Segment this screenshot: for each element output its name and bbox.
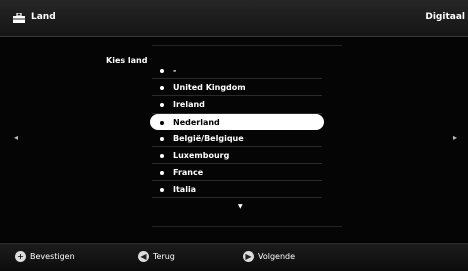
back-label: Terug <box>153 252 175 261</box>
country-label: Ireland <box>173 100 205 110</box>
next-label: Volgende <box>258 252 296 261</box>
next-button[interactable]: ▶ Volgende <box>243 251 295 262</box>
country-list: - United Kingdom Ireland Nederland Belgi… <box>150 62 324 199</box>
bullet-icon <box>160 120 164 125</box>
country-label: - <box>173 66 177 75</box>
back-button[interactable]: ◀ Terug <box>138 251 175 262</box>
plus-circle-icon: + <box>15 251 26 262</box>
page-title: Land <box>31 12 56 22</box>
confirm-label: Bevestigen <box>30 252 75 261</box>
country-label: France <box>173 167 204 177</box>
country-item-united-kingdom[interactable]: United Kingdom <box>152 79 322 97</box>
arrow-left-circle-icon: ◀ <box>138 251 149 262</box>
mode-label: Digitaal <box>425 12 465 22</box>
country-item-italia[interactable]: Italia <box>152 181 322 199</box>
bullet-icon <box>160 153 164 158</box>
arrow-right-circle-icon: ▶ <box>243 251 254 262</box>
country-item-luxembourg[interactable]: Luxembourg <box>152 147 322 165</box>
bullet-icon <box>160 86 164 91</box>
country-label: Luxembourg <box>173 150 230 160</box>
toolbox-icon <box>13 13 25 23</box>
divider-bottom <box>152 226 342 227</box>
confirm-button[interactable]: + Bevestigen <box>15 251 75 262</box>
bullet-icon <box>160 188 164 193</box>
country-item-none[interactable]: - <box>152 62 322 80</box>
bullet-icon <box>160 103 164 108</box>
divider-top <box>152 45 342 46</box>
country-label: United Kingdom <box>173 83 246 93</box>
choose-country-label: Kies land <box>106 56 148 65</box>
country-label: Italia <box>173 185 197 195</box>
country-item-france[interactable]: France <box>152 164 322 182</box>
country-item-belgie[interactable]: België/Belgique <box>152 130 322 147</box>
header-bar: Land Digitaal <box>0 0 468 37</box>
footer-bar: + Bevestigen ◀ Terug ▶ Volgende <box>0 243 468 271</box>
country-label: Nederland <box>173 117 220 127</box>
country-item-nederland[interactable]: Nederland <box>150 113 324 130</box>
scroll-down-icon[interactable]: ▼ <box>238 203 243 210</box>
bullet-icon <box>160 170 164 175</box>
left-arrow-icon[interactable]: ◂ <box>14 133 18 142</box>
country-item-ireland[interactable]: Ireland <box>152 96 322 114</box>
right-arrow-icon[interactable]: ▸ <box>453 133 457 142</box>
country-label: België/Belgique <box>173 133 244 143</box>
bullet-icon <box>160 136 164 141</box>
bullet-icon <box>160 69 164 73</box>
